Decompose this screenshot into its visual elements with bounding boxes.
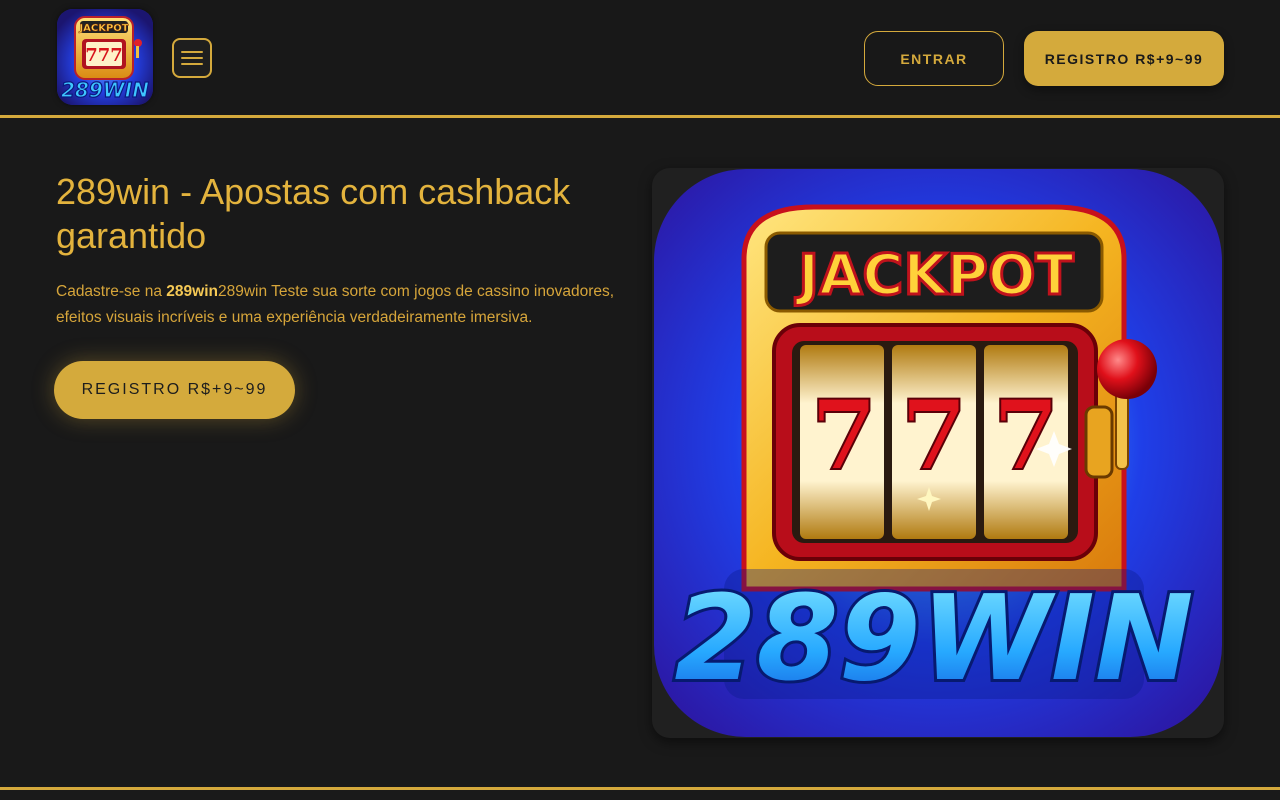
hero-description: Cadastre-se na 289win289win Teste sua so… [56, 279, 636, 331]
hero-slot-machine-image: JACKPOT 7 7 7 289WIN [654, 169, 1222, 737]
hero-description-prefix: Cadastre-se na [56, 283, 167, 300]
logo-jackpot-text: JACKPOT [78, 23, 128, 34]
logo-text-layer: JACKPOT 777 289WIN [60, 23, 149, 103]
reel-symbol-1: 7 [811, 379, 878, 492]
menu-button[interactable] [172, 38, 212, 78]
reel-symbol-2: 7 [901, 379, 968, 492]
hero-title: 289win - Apostas com cashback garantido [56, 171, 571, 256]
register-button-header[interactable]: REGISTRO R$+9~99 [1024, 31, 1224, 86]
logo-brand-text: 289WIN [61, 78, 149, 102]
site-logo[interactable]: JACKPOT 777 289WIN [57, 9, 153, 105]
hamburger-menu-icon [181, 51, 203, 65]
slot-machine-illustration-icon: JACKPOT 7 7 7 289WIN [654, 169, 1222, 737]
image-jackpot-text: JACKPOT [794, 243, 1074, 308]
site-header: JACKPOT 777 289WIN ENTRAR REGISTRO R$+9~… [0, 0, 1280, 118]
reel-symbol-3: 7 [993, 379, 1060, 492]
site-footer [0, 790, 1280, 800]
logo-777-text: 777 [85, 45, 123, 66]
hero-description-brand[interactable]: 289win [166, 283, 218, 300]
hero-image-card: JACKPOT 7 7 7 289WIN [652, 168, 1224, 738]
login-button[interactable]: ENTRAR [864, 31, 1004, 86]
register-button-hero[interactable]: REGISTRO R$+9~99 [54, 361, 295, 419]
image-brand-text: 289WIN [674, 569, 1193, 707]
